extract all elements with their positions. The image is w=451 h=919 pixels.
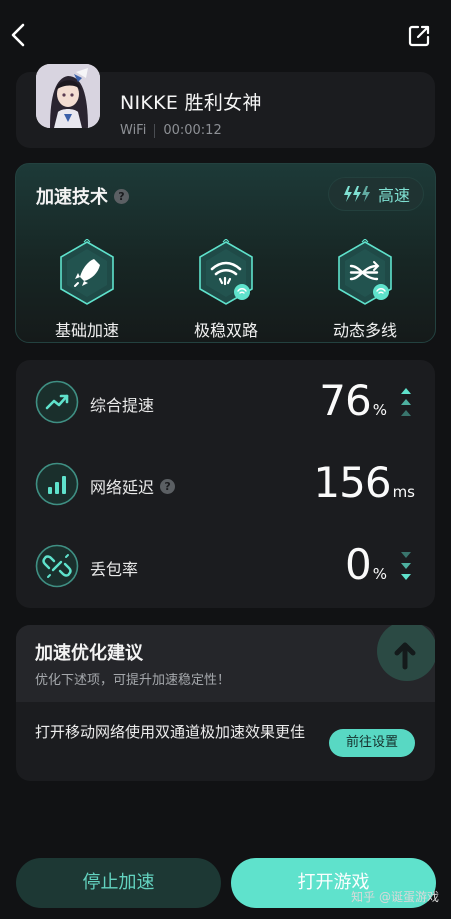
- feature-basic[interactable]: 基础加速: [27, 239, 147, 341]
- trend-up-icon: [35, 380, 79, 424]
- arrow-up-icon: [394, 642, 416, 670]
- speed-mode-label: 高速: [377, 186, 410, 205]
- goto-settings-button[interactable]: 前往设置: [329, 729, 415, 757]
- stat-boost-unit: %: [372, 401, 387, 419]
- share-icon[interactable]: [407, 24, 431, 48]
- advice-item-text: 打开移动网络使用双通道极加速效果更佳: [35, 723, 306, 741]
- down-arrows-icon: [401, 552, 411, 580]
- stat-loss: 丢包率 0%: [16, 536, 435, 596]
- broken-link-icon: [35, 544, 79, 588]
- elapsed-time: 00:00:12: [163, 123, 222, 138]
- stat-latency-value: 156 ms: [313, 458, 415, 507]
- tech-title: 加速技术 ?: [36, 183, 129, 209]
- rocket-icon: [60, 239, 114, 305]
- watermark: 知乎 @诞蛋游戏: [351, 890, 439, 904]
- stat-latency-number: 156: [313, 458, 391, 507]
- multiline-icon: [338, 239, 392, 305]
- help-icon[interactable]: ?: [114, 188, 129, 204]
- chevron-left-icon[interactable]: [6, 18, 32, 52]
- feature-dual-label: 极稳双路: [193, 321, 258, 340]
- lightning-icon: [343, 186, 370, 202]
- feature-basic-label: 基础加速: [54, 321, 119, 340]
- stats-card: 综合提速 76% 网络延迟 ? 156 ms 丢包率 0 %: [16, 360, 435, 608]
- signal-bars-icon: [35, 462, 79, 506]
- stat-latency: 网络延迟 ? 156 ms: [16, 454, 435, 514]
- tech-title-text: 加速技术: [36, 187, 108, 208]
- advice-title: 加速优化建议: [35, 643, 143, 664]
- stat-loss-value: 0%: [345, 540, 387, 589]
- game-avatar: [36, 64, 100, 128]
- stat-latency-unit: ms: [392, 483, 415, 501]
- up-arrows-icon: [401, 388, 411, 416]
- acceleration-tech-card: 加速技术 ? 高速 基础加速 极稳双路 动态多线: [15, 163, 436, 343]
- top-bar: [0, 0, 451, 70]
- stat-boost-label: 综合提速: [90, 396, 155, 415]
- feature-multiline-label: 动态多线: [332, 321, 397, 340]
- stat-boost-number: 76: [319, 376, 371, 425]
- stat-loss-number: 0: [345, 540, 372, 589]
- help-icon[interactable]: ?: [160, 478, 176, 494]
- game-title: NIKKE 胜利女神: [120, 92, 262, 114]
- advice-subtitle: 优化下述项，可提升加速稳定性！: [35, 673, 231, 688]
- feature-dual[interactable]: 极稳双路: [166, 239, 286, 341]
- wifi-dual-icon: [199, 239, 253, 305]
- stat-latency-label: 网络延迟 ?: [90, 474, 176, 498]
- feature-multiline[interactable]: 动态多线: [305, 239, 425, 341]
- game-card: NIKKE 胜利女神 WiFi 00:00:12: [16, 64, 435, 148]
- stat-loss-label: 丢包率: [90, 560, 139, 579]
- advice-header: 加速优化建议 优化下述项，可提升加速稳定性！: [16, 625, 435, 702]
- stat-loss-unit: %: [372, 565, 387, 583]
- game-meta: WiFi 00:00:12: [120, 123, 222, 138]
- stat-boost-value: 76%: [319, 376, 387, 425]
- meta-divider: [154, 123, 156, 138]
- stat-boost: 综合提速 76%: [16, 372, 435, 432]
- advice-card: 加速优化建议 优化下述项，可提升加速稳定性！ 打开移动网络使用双通道极加速效果更…: [16, 625, 435, 781]
- speed-mode-badge[interactable]: 高速: [329, 178, 423, 210]
- stop-acceleration-button[interactable]: 停止加速: [16, 858, 221, 908]
- advice-badge: [377, 625, 435, 681]
- network-type: WiFi: [120, 123, 147, 138]
- stat-latency-text: 网络延迟: [90, 478, 155, 497]
